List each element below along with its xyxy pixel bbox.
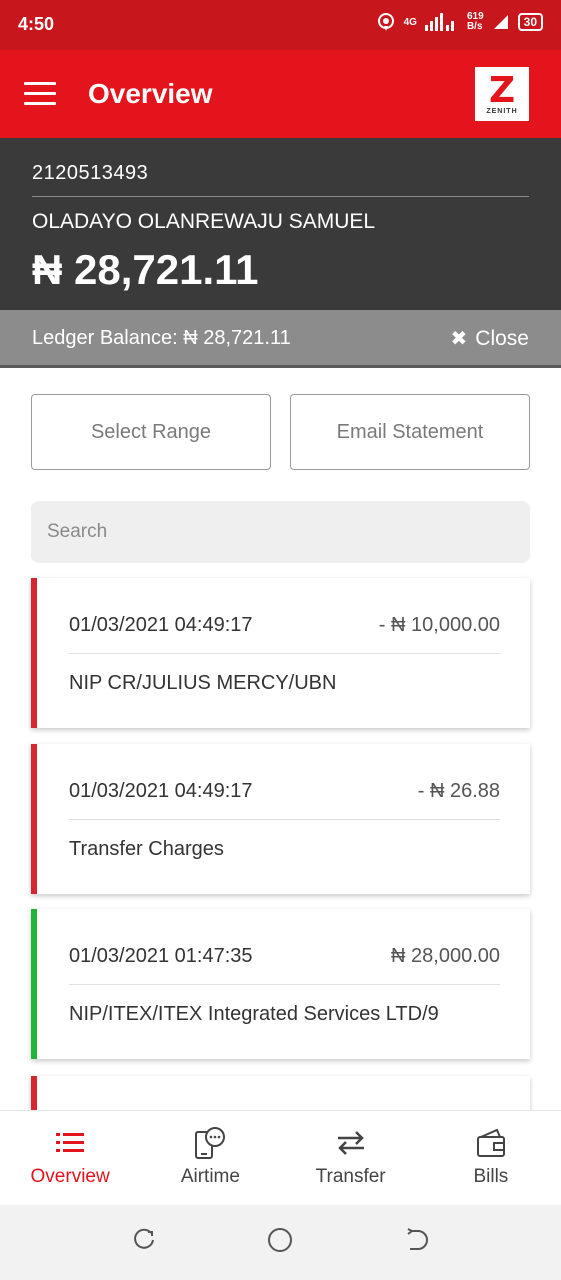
transaction-divider xyxy=(69,819,500,820)
account-holder-name: OLADAYO OLANREWAJU SAMUEL xyxy=(32,210,376,233)
transaction-divider xyxy=(69,984,500,985)
close-label: Close xyxy=(475,326,529,350)
nav-overview[interactable]: Overview xyxy=(0,1111,140,1205)
transaction-date: 01/03/2021 01:47:35 xyxy=(69,945,253,967)
transaction-divider xyxy=(69,653,500,654)
ledger-balance-bar: Ledger Balance: ₦ 28,721.11 ✖ Close xyxy=(0,310,561,368)
transaction-description: Transfer Charges xyxy=(69,838,224,860)
search-input[interactable] xyxy=(47,521,530,543)
app-bar: Overview Z ZENITH xyxy=(0,50,561,138)
list-icon xyxy=(56,1128,85,1158)
wallet-icon xyxy=(475,1128,507,1158)
hotspot-icon xyxy=(377,13,394,31)
signal-icon xyxy=(424,13,454,31)
net-speed-unit: B/s xyxy=(466,21,483,32)
home-icon[interactable] xyxy=(267,1227,293,1253)
transaction-amount: - ₦ 26.88 xyxy=(417,780,500,802)
battery-indicator: 30 xyxy=(517,13,543,31)
account-divider xyxy=(32,196,529,197)
recents-icon[interactable] xyxy=(131,1227,157,1253)
nav-overview-label: Overview xyxy=(30,1166,110,1187)
wifi-calling-icon xyxy=(493,15,508,29)
nav-airtime[interactable]: Airtime xyxy=(140,1111,280,1205)
transaction-amount: - ₦ 10,000.00 xyxy=(378,614,500,636)
transaction-date: 01/03/2021 04:49:17 xyxy=(69,780,253,802)
close-button[interactable]: ✖ Close xyxy=(451,326,529,351)
transaction-card[interactable]: 01/03/2021 01:47:35 ₦ 28,000.00 NIP/ITEX… xyxy=(31,909,530,1059)
available-balance: ₦ 28,721.11 xyxy=(32,246,259,293)
search-box xyxy=(31,501,530,563)
nav-transfer-label: Transfer xyxy=(315,1166,386,1187)
email-statement-button[interactable]: Email Statement xyxy=(290,394,530,470)
nav-bills-label: Bills xyxy=(473,1166,509,1187)
transaction-card[interactable]: 01/03/2021 04:49:17 - ₦ 26.88 Transfer C… xyxy=(31,744,530,894)
transaction-card[interactable]: 01/03/2021 04:49:17 - ₦ 10,000.00 NIP CR… xyxy=(31,578,530,728)
account-summary: 2120513493 OLADAYO OLANREWAJU SAMUEL ₦ 2… xyxy=(0,138,561,310)
ledger-balance: Ledger Balance: ₦ 28,721.11 xyxy=(32,327,291,349)
close-icon: ✖ xyxy=(450,328,468,350)
page-title: Overview xyxy=(88,78,213,109)
net-speed: 619 B/s xyxy=(467,12,484,32)
transaction-amount: ₦ 28,000.00 xyxy=(391,945,500,967)
bottom-navigation: Overview Airtime Transfer Bills xyxy=(0,1110,561,1205)
status-time: 4:50 xyxy=(18,14,55,34)
status-bar: 4:50 4G 619 B/s 30 xyxy=(0,0,561,50)
hamburger-menu-icon[interactable] xyxy=(24,82,56,106)
nav-transfer[interactable]: Transfer xyxy=(281,1111,421,1205)
zenith-logo: Z ZENITH xyxy=(475,67,529,121)
transaction-description: NIP/ITEX/ITEX Integrated Services LTD/9 xyxy=(69,1003,439,1025)
logo-text: ZENITH xyxy=(486,107,518,115)
network-type: 4G xyxy=(403,16,417,28)
logo-z-mark: Z xyxy=(488,69,516,111)
phone-chat-icon xyxy=(193,1127,227,1159)
nav-bills[interactable]: Bills xyxy=(421,1111,561,1205)
system-navigation-bar xyxy=(0,1205,561,1280)
transaction-date: 01/03/2021 04:49:17 xyxy=(69,614,253,636)
nav-airtime-label: Airtime xyxy=(180,1166,240,1187)
back-icon[interactable] xyxy=(404,1227,430,1253)
transfer-arrows-icon xyxy=(334,1128,368,1158)
select-range-button[interactable]: Select Range xyxy=(31,394,271,470)
transaction-description: NIP CR/JULIUS MERCY/UBN xyxy=(69,672,337,694)
status-indicators: 4G 619 B/s 30 xyxy=(376,12,543,32)
account-number: 2120513493 xyxy=(32,162,149,184)
